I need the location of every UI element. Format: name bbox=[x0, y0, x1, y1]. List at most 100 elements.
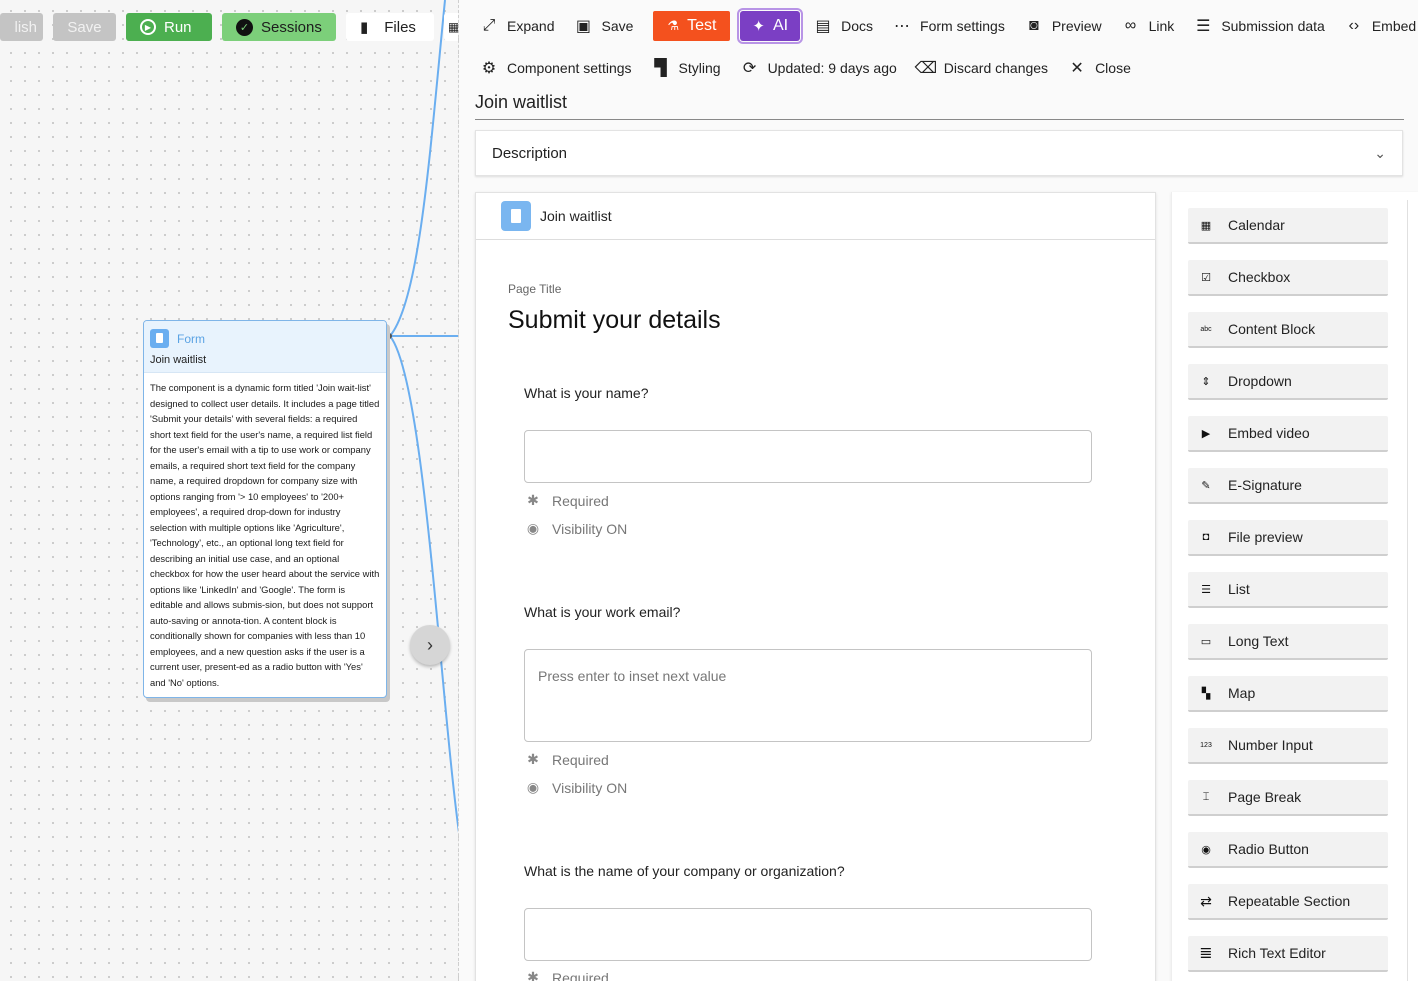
file-icon: ▮ bbox=[360, 19, 369, 36]
palette-label: Embed video bbox=[1228, 425, 1310, 441]
ai-button[interactable]: ✦ AI bbox=[737, 8, 804, 44]
form-title[interactable]: Join waitlist bbox=[475, 92, 567, 113]
palette-scrollbar[interactable] bbox=[1407, 200, 1408, 981]
card-title: Join waitlist bbox=[540, 208, 612, 224]
editor-toolbar-top: ⤢ Expand ▣ Save ⚗ Test ✦ AI ▤ Docs ⋯ For… bbox=[480, 8, 1417, 44]
map-icon: ▚ bbox=[1201, 687, 1211, 700]
form-settings-label: Form settings bbox=[920, 18, 1005, 34]
required-indicator[interactable]: ✱ Required bbox=[524, 969, 609, 981]
required-label: Required bbox=[552, 969, 609, 981]
palette-item-dropdown[interactable]: ⇕ Dropdown bbox=[1188, 364, 1388, 400]
discard-changes-button[interactable]: ⌫ Discard changes bbox=[914, 53, 1049, 83]
embed-button[interactable]: ‹› Embed bbox=[1345, 11, 1417, 41]
required-indicator[interactable]: ✱ Required bbox=[524, 751, 609, 768]
more-horizontal-icon: ⋯ bbox=[894, 18, 911, 35]
node-description: The component is a dynamic form titled '… bbox=[150, 382, 380, 688]
palette-item-embed-video[interactable]: ▶ Embed video bbox=[1188, 416, 1388, 452]
palette-item-e-signature[interactable]: ✎ E-Signature bbox=[1188, 468, 1388, 504]
required-indicator[interactable]: ✱ Required bbox=[524, 492, 609, 509]
page-title[interactable]: Submit your details bbox=[508, 306, 721, 335]
sparkle-icon: ✦ bbox=[752, 18, 765, 35]
expand-button[interactable]: ⤢ Expand bbox=[480, 11, 555, 41]
form-canvas-card: Join waitlist Page Title Submit your det… bbox=[475, 192, 1156, 981]
page-title-label: Page Title bbox=[508, 282, 562, 296]
card-header: Join waitlist bbox=[476, 193, 1155, 240]
visibility-toggle[interactable]: ◉ Visibility ON bbox=[524, 520, 627, 537]
editor-toolbar-bottom: ⚙ Component settings ▜ Styling ⟳ Updated… bbox=[480, 53, 1151, 83]
code-icon: ‹› bbox=[1348, 17, 1360, 34]
sessions-label: Sessions bbox=[261, 18, 322, 36]
list-icon: ☰ bbox=[1196, 18, 1211, 35]
sessions-button[interactable]: ✓ Sessions bbox=[222, 13, 336, 41]
palette-item-repeatable-section[interactable]: ⇄ Repeatable Section bbox=[1188, 884, 1388, 920]
palette-item-page-break[interactable]: ⌶ Page Break bbox=[1188, 780, 1388, 816]
form-settings-button[interactable]: ⋯ Form settings bbox=[893, 11, 1005, 41]
docs-icon: ▤ bbox=[815, 18, 831, 35]
email-list-input[interactable]: Press enter to inset next value bbox=[524, 649, 1092, 742]
palette-item-calendar[interactable]: ▦ Calendar bbox=[1188, 208, 1388, 244]
document-icon bbox=[501, 201, 531, 231]
company-input[interactable] bbox=[524, 908, 1092, 961]
discard-label: Discard changes bbox=[943, 60, 1049, 76]
asterisk-icon: ✱ bbox=[527, 969, 539, 981]
updated-status[interactable]: ⟳ Updated: 9 days ago bbox=[741, 53, 897, 83]
collapse-panel-button[interactable]: › bbox=[410, 625, 450, 665]
canvas-save-button[interactable]: Save bbox=[53, 13, 116, 41]
test-button[interactable]: ⚗ Test bbox=[653, 11, 731, 41]
publish-button[interactable]: lish bbox=[0, 13, 43, 41]
palette-item-map[interactable]: ▚ Map bbox=[1188, 676, 1388, 712]
palette-label: Repeatable Section bbox=[1228, 893, 1351, 909]
question-label[interactable]: What is your work email? bbox=[524, 604, 680, 620]
docs-label: Docs bbox=[841, 18, 874, 34]
question-label[interactable]: What is your name? bbox=[524, 385, 649, 401]
grid-icon: ▦ bbox=[448, 20, 459, 34]
preview-button[interactable]: ◙ Preview bbox=[1025, 11, 1102, 41]
more-button[interactable]: ▦ bbox=[444, 13, 459, 41]
flow-canvas[interactable]: lish Save ▶ Run ✓ Sessions ▮ Files ▦ For… bbox=[0, 0, 459, 981]
palette-item-long-text[interactable]: ▭ Long Text bbox=[1188, 624, 1388, 660]
canvas-toolbar: lish Save ▶ Run ✓ Sessions ▮ Files ▦ bbox=[0, 13, 459, 41]
palette-label: Dropdown bbox=[1228, 373, 1292, 389]
publish-label: lish bbox=[14, 18, 37, 36]
sync-icon: ⟳ bbox=[742, 60, 757, 77]
palette-label: Checkbox bbox=[1228, 269, 1291, 285]
form-node[interactable]: Form Join waitlist The component is a dy… bbox=[143, 320, 387, 698]
radio-icon: ◉ bbox=[1201, 843, 1211, 856]
close-icon: ✕ bbox=[1070, 60, 1084, 77]
palette-label: Radio Button bbox=[1228, 841, 1309, 857]
palette-label: Page Break bbox=[1228, 789, 1302, 805]
required-label: Required bbox=[552, 492, 609, 509]
submission-data-button[interactable]: ☰ Submission data bbox=[1194, 11, 1325, 41]
palette-item-list[interactable]: ☰ List bbox=[1188, 572, 1388, 608]
test-label: Test bbox=[687, 17, 717, 34]
link-button[interactable]: ∞ Link bbox=[1122, 11, 1174, 41]
visibility-toggle[interactable]: ◉ Visibility ON bbox=[524, 779, 627, 796]
question-label[interactable]: What is the name of your company or orga… bbox=[524, 863, 845, 879]
name-input[interactable] bbox=[524, 430, 1092, 483]
palette-label: Rich Text Editor bbox=[1228, 945, 1326, 961]
palette-item-radio-button[interactable]: ◉ Radio Button bbox=[1188, 832, 1388, 868]
component-settings-button[interactable]: ⚙ Component settings bbox=[480, 53, 632, 83]
run-button[interactable]: ▶ Run bbox=[126, 13, 212, 41]
palette-item-rich-text-editor[interactable]: ≣ Rich Text Editor bbox=[1188, 936, 1388, 972]
calendar-icon: ▦ bbox=[1200, 219, 1212, 232]
docs-button[interactable]: ▤ Docs bbox=[814, 11, 873, 41]
palette-item-content-block[interactable]: abc Content Block bbox=[1188, 312, 1388, 348]
styling-button[interactable]: ▜ Styling bbox=[652, 53, 720, 83]
palette-item-file-preview[interactable]: ◘ File preview bbox=[1188, 520, 1388, 556]
close-button[interactable]: ✕ Close bbox=[1068, 53, 1131, 83]
description-accordion[interactable]: Description ⌄ bbox=[475, 130, 1403, 176]
updated-label: Updated: 9 days ago bbox=[767, 60, 897, 76]
number-icon: 123 bbox=[1200, 741, 1212, 749]
document-icon bbox=[150, 329, 169, 348]
palette-item-checkbox[interactable]: ☑ Checkbox bbox=[1188, 260, 1388, 296]
close-label: Close bbox=[1095, 60, 1131, 76]
visibility-label: Visibility ON bbox=[552, 520, 628, 537]
title-underline bbox=[475, 119, 1404, 120]
embed-label: Embed bbox=[1371, 18, 1417, 34]
files-button[interactable]: ▮ Files bbox=[346, 13, 434, 41]
palette-item-number-input[interactable]: 123 Number Input bbox=[1188, 728, 1388, 764]
component-palette: ▦ Calendar ☑ Checkbox abc Content Block ⇕ Dr… bbox=[1171, 192, 1418, 981]
save-label: Save bbox=[601, 18, 634, 34]
save-button[interactable]: ▣ Save bbox=[574, 11, 633, 41]
